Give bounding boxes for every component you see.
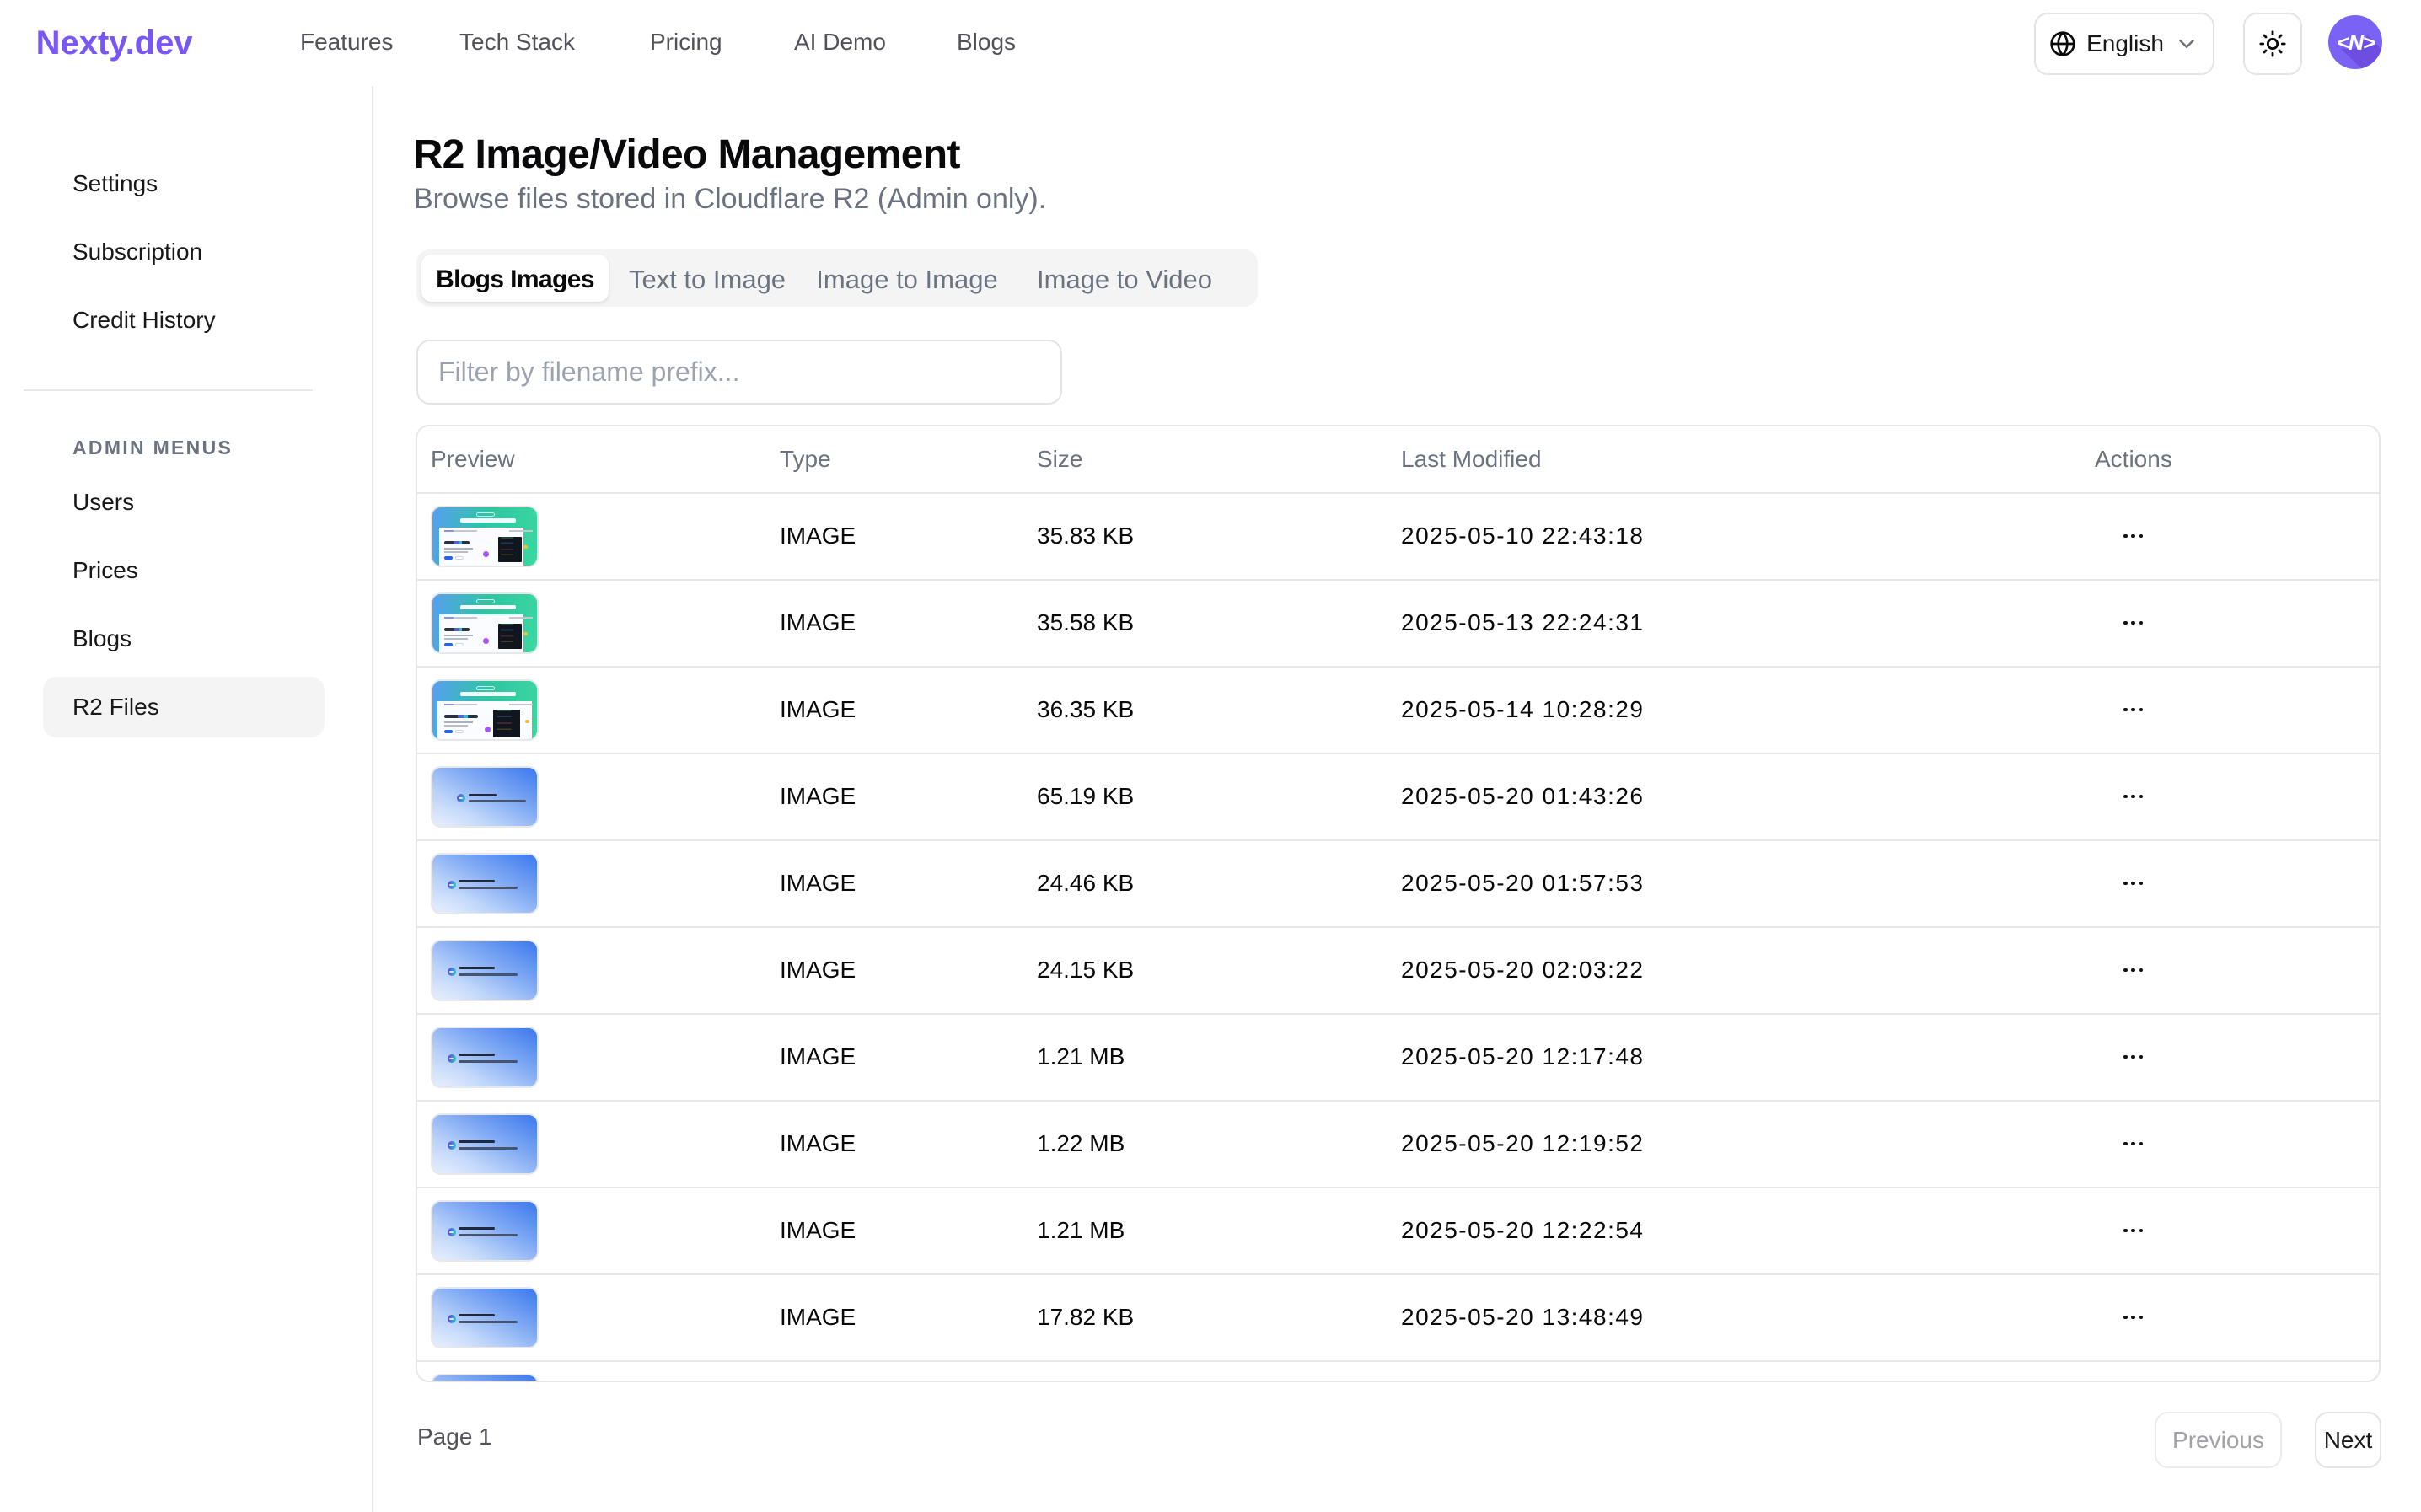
svg-text:<N>: <N> — [2337, 31, 2375, 55]
